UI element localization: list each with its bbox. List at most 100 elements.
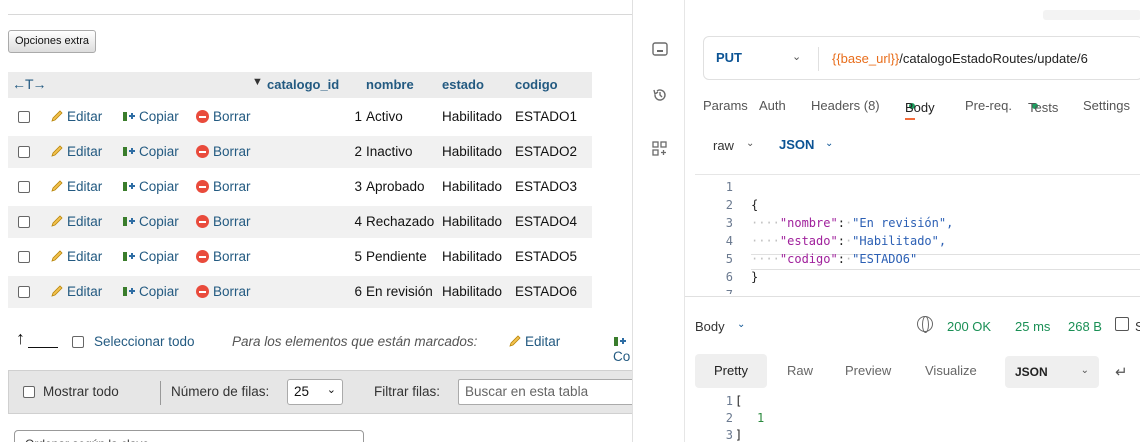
row-checkbox[interactable] [18,286,30,298]
delete-button[interactable]: Borrar [196,144,251,159]
show-all-checkbox[interactable] [23,386,35,398]
edit-button[interactable]: Editar [50,214,102,229]
cell-catalogo-id[interactable]: 6 [342,284,362,299]
response-format-select[interactable]: JSON ⌄ [1005,356,1099,388]
column-move-arrows-icon[interactable]: ←T→ [12,76,47,92]
tab-settings[interactable]: Settings [1083,98,1130,113]
edit-button[interactable]: Editar [50,284,102,299]
line-number: 7 [717,288,733,294]
row-checkbox[interactable] [18,146,30,158]
history-icon[interactable] [651,86,669,104]
body-format-select[interactable]: JSON [779,137,814,152]
response-body-select[interactable]: Body [695,319,725,334]
response-time[interactable]: 25 ms [1015,319,1050,334]
cell-catalogo-id[interactable]: 4 [342,214,362,229]
tab-raw[interactable]: Raw [787,363,813,378]
cell-catalogo-id[interactable]: 2 [342,144,362,159]
chevron-down-icon[interactable]: ⌄ [792,50,801,63]
request-body-editor[interactable]: 1 2 3 4 5 6 7 { ····"nombre":·"En revisi… [695,174,1140,294]
bulk-edit-button[interactable]: Editar [508,334,560,349]
status-code[interactable]: 200 OK [947,319,991,334]
chevron-down-icon[interactable]: ⌄ [825,138,833,149]
row-checkbox[interactable] [18,181,30,193]
cell-nombre[interactable]: Inactivo [366,144,413,159]
cell-catalogo-id[interactable]: 3 [342,179,362,194]
filter-search-input[interactable]: Buscar en esta tabla [458,379,632,405]
edit-button[interactable]: Editar [50,109,102,124]
edit-button[interactable]: Editar [50,249,102,264]
add-widget-icon[interactable] [651,140,669,158]
cell-nombre[interactable]: Pendiente [366,249,427,264]
http-method-select[interactable]: PUT [716,50,742,65]
delete-button[interactable]: Borrar [196,249,251,264]
cell-codigo[interactable]: ESTADO4 [515,214,577,229]
copy-button[interactable]: Copiar [122,179,179,194]
row-checkbox[interactable] [18,216,30,228]
edit-button[interactable]: Editar [50,144,102,159]
extra-options-button[interactable]: Opciones extra [8,30,96,53]
cell-codigo[interactable]: ESTADO2 [515,144,577,159]
response-body-viewer[interactable]: 1 2 3 [ 1 ] [695,392,1140,442]
cell-estado[interactable]: Habilitado [442,249,502,264]
chevron-down-icon[interactable]: ⌄ [737,319,745,330]
column-header-estado[interactable]: estado [442,77,484,92]
rows-count-select[interactable]: 25 ⌄ [287,379,343,405]
cell-nombre[interactable]: Rechazado [366,214,434,229]
cell-estado[interactable]: Habilitado [442,109,502,124]
cell-nombre[interactable]: En revisión [366,284,433,299]
bulk-copy-button[interactable]: Co [613,334,632,364]
select-all-link[interactable]: Seleccionar todo [94,334,195,349]
delete-button[interactable]: Borrar [196,214,251,229]
select-all-checkbox[interactable] [72,336,84,348]
copy-button[interactable]: Copiar [122,284,179,299]
response-size[interactable]: 268 B [1068,319,1102,334]
tab-preview[interactable]: Preview [845,363,891,378]
copy-button[interactable]: Copiar [122,144,179,159]
column-header-catalogo-id[interactable]: catalogo_id [267,77,339,92]
cell-codigo[interactable]: ESTADO6 [515,284,577,299]
request-url-input[interactable]: {{base_url}}/catalogoEstadoRoutes/update… [832,51,1088,66]
delete-button[interactable]: Borrar [196,109,251,124]
console-icon[interactable] [651,40,669,58]
column-header-codigo[interactable]: codigo [515,77,558,92]
row-checkbox[interactable] [18,251,30,263]
code-line: ····"codigo":·"ESTADO6" [751,252,918,266]
wrap-lines-icon[interactable]: ↵ [1115,363,1128,381]
cell-nombre[interactable]: Activo [366,109,403,124]
delete-button[interactable]: Borrar [196,179,251,194]
delete-label: Borrar [213,214,251,229]
body-mode-select[interactable]: raw [713,138,734,153]
cell-catalogo-id[interactable]: 1 [342,109,362,124]
cell-catalogo-id[interactable]: 5 [342,249,362,264]
cell-codigo[interactable]: ESTADO3 [515,179,577,194]
chevron-down-icon[interactable]: ⌄ [746,138,754,149]
delete-button[interactable]: Borrar [196,284,251,299]
show-all-label[interactable]: Mostrar todo [43,384,119,399]
cell-nombre[interactable]: Aprobado [366,179,425,194]
json-key: "nombre" [779,216,838,230]
globe-icon[interactable] [917,316,933,333]
tab-headers[interactable]: Headers (8) [811,98,880,113]
save-response-button[interactable]: Sa [1135,319,1140,334]
column-header-nombre[interactable]: nombre [366,77,414,92]
sort-desc-icon[interactable]: ▼ [252,76,263,88]
copy-button[interactable]: Copiar [122,249,179,264]
tab-auth[interactable]: Auth [759,98,786,113]
tab-visualize[interactable]: Visualize [925,363,977,378]
cell-codigo[interactable]: ESTADO1 [515,109,577,124]
edit-button[interactable]: Editar [50,179,102,194]
cell-estado[interactable]: Habilitado [442,179,502,194]
tab-tests[interactable]: Tests [1028,98,1058,115]
tab-params[interactable]: Params [703,98,748,113]
cell-estado[interactable]: Habilitado [442,284,502,299]
cell-estado[interactable]: Habilitado [442,214,502,229]
copy-button[interactable]: Copiar [122,109,179,124]
copy-button[interactable]: Copiar [122,214,179,229]
row-checkbox[interactable] [18,111,30,123]
tab-pretty[interactable]: Pretty [695,354,767,388]
tab-prereq[interactable]: Pre-req. [965,98,1012,113]
cell-estado[interactable]: Habilitado [442,144,502,159]
cell-codigo[interactable]: ESTADO5 [515,249,577,264]
tab-body[interactable]: Body [905,98,935,120]
save-icon[interactable] [1115,317,1129,331]
